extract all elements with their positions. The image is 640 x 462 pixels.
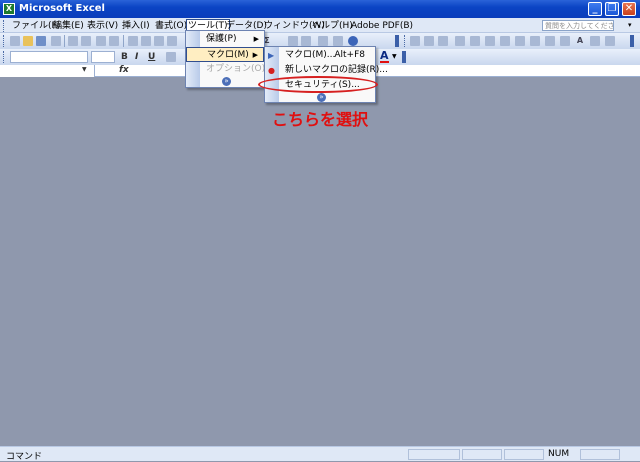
copy-icon[interactable] — [141, 36, 151, 46]
menu-edit[interactable]: 編集(E) — [53, 20, 84, 32]
play-icon: ▶ — [268, 51, 275, 60]
expand-menu-icon[interactable]: » — [222, 77, 231, 86]
review-icon-10[interactable] — [545, 36, 555, 46]
minimize-button[interactable]: _ — [588, 2, 602, 16]
tools-menu: 保護(P) ▶ マクロ(M) ▶ オプション(O)... » — [185, 30, 274, 88]
expand-menu-icon[interactable]: » — [317, 93, 326, 102]
font-color-icon[interactable]: A — [380, 50, 389, 63]
review-icon-11[interactable] — [560, 36, 570, 46]
menu-insert[interactable]: 挿入(I) — [122, 20, 150, 32]
align-left-icon[interactable] — [166, 52, 176, 62]
menubar-close-icon[interactable]: ▾ — [628, 21, 632, 29]
insert-function-icon[interactable]: fx — [119, 65, 129, 75]
help-search-input[interactable]: 質問を入力してください — [542, 20, 614, 31]
status-panel — [504, 449, 544, 460]
spelling-icon[interactable] — [96, 36, 106, 46]
review-icon-5[interactable] — [470, 36, 480, 46]
save-icon[interactable] — [36, 36, 46, 46]
menu-format[interactable]: 書式(O) — [155, 20, 187, 32]
help-icon[interactable] — [348, 36, 358, 46]
menu-item-options[interactable]: オプション(O)... — [186, 62, 274, 77]
permission-icon[interactable] — [51, 36, 61, 46]
review-icon-9[interactable] — [530, 36, 540, 46]
status-panel — [580, 449, 620, 460]
status-text: コマンド — [6, 452, 43, 462]
record-icon: ● — [268, 66, 275, 75]
window-title: Microsoft Excel — [19, 3, 105, 14]
menu-bar: ファイル(F) 編集(E) 表示(V) 挿入(I) 書式(O) ツール(T) デ… — [0, 18, 640, 33]
close-button[interactable]: ✕ — [622, 2, 636, 16]
review-icon-12[interactable] — [590, 36, 600, 46]
review-icon-7[interactable] — [500, 36, 510, 46]
menu-help[interactable]: ヘルプ(H) — [312, 20, 353, 32]
menubar-grip[interactable] — [3, 20, 6, 32]
excel-app-icon[interactable]: X — [3, 3, 15, 15]
name-box-dropdown-icon[interactable]: ▼ — [82, 66, 87, 73]
font-size-select[interactable] — [91, 51, 115, 63]
review-icon-2[interactable] — [424, 36, 434, 46]
font-color-dropdown-icon[interactable]: ▼ — [392, 53, 397, 60]
toolbar-grip[interactable] — [3, 51, 6, 63]
review-icon-13[interactable] — [605, 36, 615, 46]
review-icon-4[interactable] — [455, 36, 465, 46]
menu-item-macros[interactable]: ▶ マクロ(M)... Alt+F8 — [265, 48, 375, 63]
bold-icon[interactable]: B — [121, 52, 128, 62]
preview-icon[interactable] — [81, 36, 91, 46]
security-highlight-ellipse — [258, 76, 378, 93]
sort-desc-icon[interactable] — [301, 36, 311, 46]
annotation-text: こちらを選択 — [272, 110, 369, 129]
toolbar-grip[interactable] — [3, 35, 6, 47]
paste-icon[interactable] — [154, 36, 164, 46]
status-panel — [408, 449, 460, 460]
toolbar-end-marker[interactable] — [402, 51, 406, 63]
menu-item-label: 新しいマクロの記録(R)... — [285, 65, 388, 75]
status-bar: コマンド NUM — [0, 446, 640, 462]
chart-wizard-icon[interactable] — [318, 36, 328, 46]
toolbar-end-marker[interactable] — [630, 35, 634, 47]
review-icon-3[interactable] — [438, 36, 448, 46]
italic-icon[interactable]: I — [135, 52, 138, 62]
menu-item-label: マクロ(M)... — [285, 50, 336, 60]
review-toolbar-grip[interactable] — [404, 35, 407, 47]
menu-item-label: マクロ(M) — [207, 50, 249, 60]
submenu-arrow-icon: ▶ — [252, 51, 258, 59]
submenu-arrow-icon: ▶ — [253, 35, 259, 43]
num-lock-indicator: NUM — [548, 449, 570, 459]
toolbar-separator — [64, 35, 65, 47]
format-painter-icon[interactable] — [167, 36, 177, 46]
macro-submenu: ▶ マクロ(M)... Alt+F8 ● 新しいマクロの記録(R)... セキュ… — [264, 46, 388, 103]
font-name-select[interactable] — [10, 51, 88, 63]
menu-item-protection[interactable]: 保護(P) ▶ — [186, 32, 264, 47]
title-bar: X Microsoft Excel _ ❐ ✕ — [0, 0, 640, 18]
review-icon-1[interactable] — [410, 36, 420, 46]
open-icon[interactable] — [23, 36, 33, 46]
underline-icon[interactable]: U — [148, 52, 155, 62]
research-icon[interactable] — [109, 36, 119, 46]
sort-asc-icon[interactable] — [288, 36, 298, 46]
toolbar-separator — [123, 35, 124, 47]
drawing-icon[interactable] — [333, 36, 343, 46]
menu-adobe-pdf[interactable]: Adobe PDF(B) — [351, 20, 413, 32]
review-icon-6[interactable] — [485, 36, 495, 46]
review-icon-8[interactable] — [515, 36, 525, 46]
menu-item-shortcut: Alt+F8 — [334, 50, 365, 60]
cut-icon[interactable] — [128, 36, 138, 46]
restore-button[interactable]: ❐ — [605, 2, 619, 16]
review-font-icon[interactable]: A — [575, 36, 585, 46]
menu-view[interactable]: 表示(V) — [87, 20, 118, 32]
new-icon[interactable] — [10, 36, 20, 46]
menu-item-label: 保護(P) — [206, 34, 237, 44]
name-box[interactable]: ▼ — [0, 65, 95, 77]
status-panel — [462, 449, 502, 460]
menu-item-macro[interactable]: マクロ(M) ▶ — [186, 47, 264, 62]
print-icon[interactable] — [68, 36, 78, 46]
toolbar-end-marker[interactable] — [395, 35, 399, 47]
